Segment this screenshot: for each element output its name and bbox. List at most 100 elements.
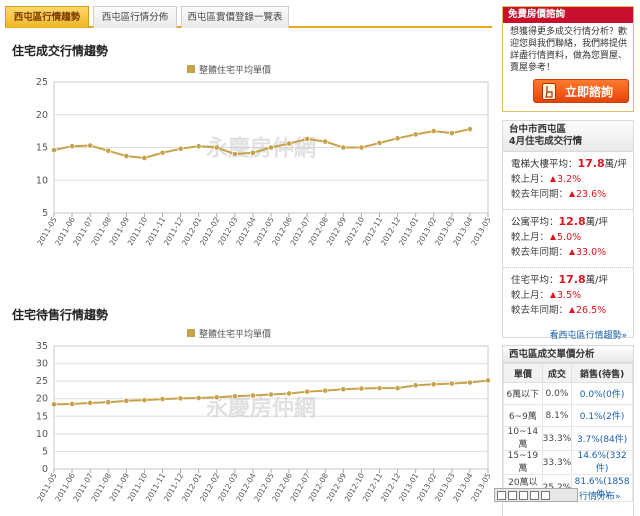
- toolbar-icon[interactable]: [530, 490, 539, 500]
- data-point[interactable]: [412, 382, 419, 389]
- data-point[interactable]: [286, 390, 292, 397]
- data-point[interactable]: [304, 136, 311, 142]
- pointer-hand-icon: [542, 83, 556, 100]
- data-point[interactable]: [340, 144, 347, 151]
- up-arrow-icon: [569, 249, 576, 255]
- data-point[interactable]: [322, 387, 329, 394]
- transaction-share-cell: 33.3%: [541, 426, 573, 451]
- yoy-label: 較去年同期：: [511, 247, 569, 258]
- toolbar-icon[interactable]: [497, 490, 506, 500]
- y-tick-label: 10: [36, 175, 48, 186]
- data-point[interactable]: [195, 143, 202, 150]
- toolbar-icon[interactable]: [519, 490, 528, 500]
- market-trend-link[interactable]: 看西屯區行情趨勢»: [503, 326, 633, 344]
- data-point[interactable]: [430, 381, 437, 388]
- mom-label: 較上月：: [511, 290, 550, 301]
- data-point[interactable]: [250, 149, 256, 156]
- data-point[interactable]: [304, 388, 311, 395]
- mom-value: 3.2%: [557, 174, 582, 185]
- watermark: 永慶房仲網: [206, 396, 316, 422]
- yoy-value: 23.6%: [576, 189, 607, 200]
- transaction-share-cell: 33.3%: [541, 450, 573, 475]
- data-point[interactable]: [87, 142, 94, 149]
- market-item-unit: 萬/坪: [604, 159, 627, 170]
- data-point[interactable]: [177, 395, 184, 402]
- price-range-cell: 10~14萬: [503, 426, 543, 451]
- market-item-label: 住宅平均：: [511, 275, 559, 286]
- data-point[interactable]: [358, 385, 365, 392]
- data-point[interactable]: [231, 393, 238, 400]
- chart-legend: 整體住宅平均單價: [187, 64, 271, 76]
- data-point[interactable]: [213, 144, 220, 151]
- data-point[interactable]: [123, 153, 130, 159]
- toolbar-icon[interactable]: [508, 490, 517, 500]
- data-point[interactable]: [51, 147, 57, 154]
- listing-share-cell[interactable]: 0.0%(0件): [571, 382, 633, 405]
- data-point[interactable]: [87, 400, 94, 406]
- data-point[interactable]: [376, 385, 383, 392]
- data-point[interactable]: [195, 395, 202, 401]
- market-item-label: 電梯大樓平均：: [511, 159, 578, 170]
- data-point[interactable]: [268, 391, 274, 398]
- consult-now-button[interactable]: 立即諮詢: [533, 79, 629, 103]
- free-consult-panel: 免費房價諮詢 想獲得更多成交行情分析？歡迎您與我們聯絡，我們將提供詳盡行情資料，…: [502, 6, 634, 112]
- data-point[interactable]: [159, 149, 166, 156]
- listing-share-cell[interactable]: 0.1%(2件): [571, 404, 633, 427]
- data-point[interactable]: [177, 145, 184, 152]
- data-point[interactable]: [69, 401, 75, 407]
- table-row: 6萬以下 0.0% 0.0%(0件): [503, 382, 633, 405]
- y-tick-label: 25: [36, 376, 48, 387]
- data-point[interactable]: [213, 394, 220, 401]
- tab-trend[interactable]: 西屯區行情趨勢: [5, 6, 89, 28]
- data-point[interactable]: [376, 140, 383, 146]
- table-row: 6~9萬 8.1% 0.1%(2件): [503, 404, 633, 427]
- data-point[interactable]: [141, 397, 148, 404]
- price-range-cell: 15~19萬: [503, 450, 543, 475]
- listing-trend-title: 住宅待售行情趨勢: [12, 308, 109, 322]
- data-point[interactable]: [286, 140, 292, 147]
- data-point[interactable]: [467, 126, 473, 133]
- price-range-cell: 6萬以下: [503, 382, 543, 405]
- data-point[interactable]: [358, 144, 365, 151]
- market-item-value: 17.8: [558, 273, 586, 286]
- column-header: 成交: [541, 363, 573, 383]
- data-point[interactable]: [123, 397, 130, 404]
- data-point[interactable]: [340, 386, 347, 393]
- data-point[interactable]: [268, 144, 274, 151]
- mom-label: 較上月：: [511, 174, 550, 185]
- up-arrow-icon: [550, 176, 557, 182]
- data-point[interactable]: [231, 151, 238, 157]
- dist-more-link[interactable]: 行情分布»: [579, 489, 621, 502]
- up-arrow-icon: [569, 191, 576, 197]
- watermark: 永慶房仲網: [206, 136, 316, 162]
- data-point[interactable]: [394, 385, 401, 392]
- listing-share-cell[interactable]: 14.6%(332件): [571, 450, 633, 475]
- market-item-value: 12.8: [558, 215, 586, 228]
- tab-actual-price-list[interactable]: 西屯區實價登錄一覽表: [181, 6, 289, 28]
- data-point[interactable]: [105, 399, 112, 406]
- data-point[interactable]: [250, 392, 256, 399]
- data-point[interactable]: [448, 380, 455, 387]
- tab-distribution[interactable]: 西屯區行情分佈: [93, 6, 177, 28]
- data-point[interactable]: [467, 379, 473, 386]
- data-point[interactable]: [430, 128, 437, 135]
- yoy-value: 26.5%: [576, 305, 607, 316]
- data-point[interactable]: [105, 147, 112, 154]
- data-point[interactable]: [394, 135, 401, 142]
- data-point[interactable]: [51, 401, 57, 408]
- data-point[interactable]: [485, 377, 490, 384]
- market-summary-panel: 台中市西屯區 4月住宅成交行情 電梯大樓平均：17.8萬/坪 較上月： 3.2% 較去…: [502, 120, 634, 341]
- help-icon[interactable]: [541, 490, 550, 500]
- data-point[interactable]: [69, 143, 75, 150]
- data-point[interactable]: [412, 131, 419, 138]
- floating-toolbar[interactable]: [494, 488, 578, 502]
- yoy-value: 33.0%: [576, 247, 607, 258]
- data-point[interactable]: [322, 138, 329, 145]
- data-point[interactable]: [448, 130, 455, 136]
- market-header-month: 4月住宅成交行情: [509, 136, 583, 147]
- listing-share-cell[interactable]: 3.7%(84件): [571, 426, 633, 451]
- legend-label: 整體住宅平均單價: [199, 64, 271, 76]
- data-point[interactable]: [141, 155, 148, 161]
- data-point[interactable]: [159, 396, 166, 402]
- mom-value: 3.5%: [557, 290, 582, 301]
